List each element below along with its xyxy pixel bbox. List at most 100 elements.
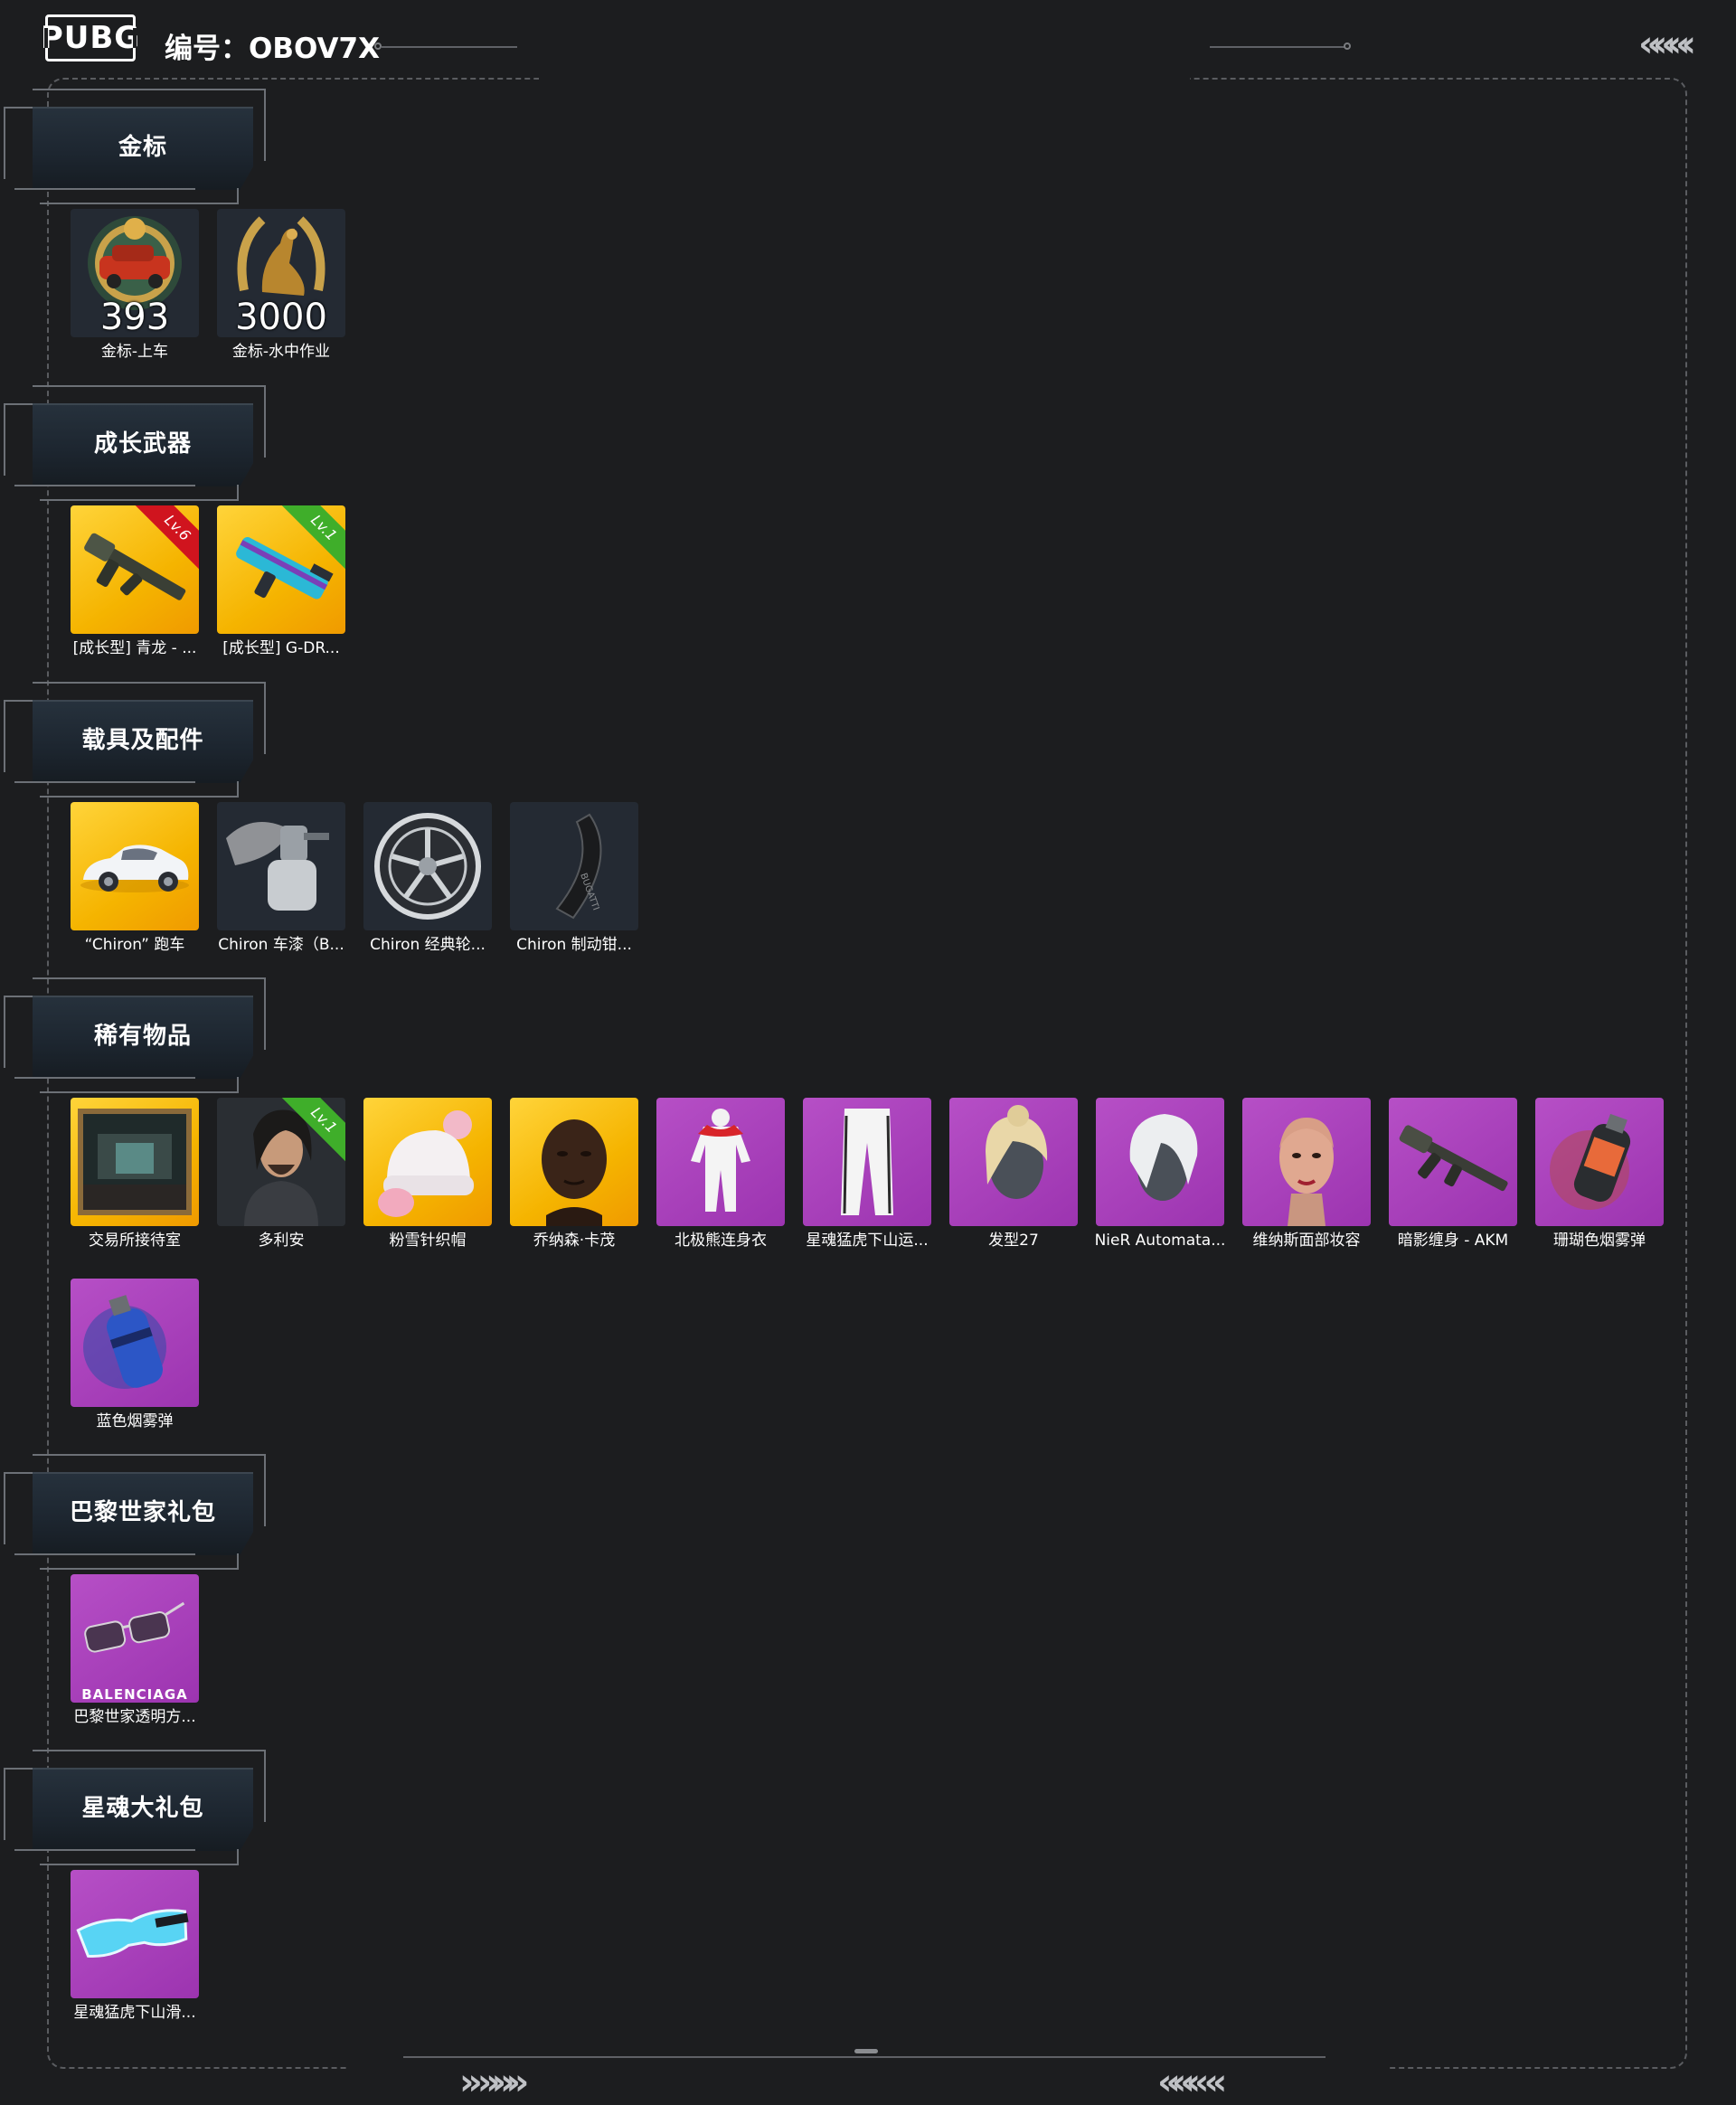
frame-bracket (237, 188, 239, 203)
item-tile[interactable] (803, 1098, 931, 1226)
item-tile[interactable] (949, 1098, 1078, 1226)
inventory-content: 金标 393 金标-上车 3000 金标-水中作业成长武器 Lv.6 [成长型] 青龙 - … (0, 0, 1736, 2105)
item-tile[interactable]: 393 (71, 209, 199, 337)
inventory-item[interactable]: 星魂猛虎下山运... (803, 1098, 931, 1250)
item-label: [成长型] G-DR... (222, 639, 340, 657)
white-hair-icon (1096, 1098, 1224, 1226)
frame-bracket (33, 977, 266, 979)
frame-bracket (14, 1849, 195, 1851)
item-label: 粉雪针织帽 (389, 1232, 467, 1250)
frame-bracket (237, 1849, 239, 1864)
item-label: NieR Automata... (1094, 1232, 1226, 1250)
frame-bracket (4, 1768, 33, 1770)
inventory-item[interactable]: 发型27 (949, 1098, 1078, 1250)
item-label: 暗影缠身 - AKM (1397, 1232, 1509, 1250)
frame-bracket (40, 499, 239, 501)
item-label: 星魂猛虎下山运... (806, 1232, 929, 1250)
item-tile[interactable]: Lv.1 (217, 505, 345, 634)
inventory-item[interactable]: 393 金标-上车 (71, 209, 199, 361)
item-tile[interactable] (71, 1279, 199, 1407)
section-title: 巴黎世家礼包 (69, 1499, 216, 1526)
frame-bracket (4, 1768, 5, 1840)
frame-bracket (33, 1454, 266, 1456)
frame-bracket (33, 89, 266, 90)
inventory-item[interactable]: 珊瑚色烟雾弹 (1535, 1098, 1664, 1250)
item-tile[interactable]: Lv.1 (217, 1098, 345, 1226)
room-picture-icon (71, 1098, 199, 1226)
item-tile[interactable] (71, 1098, 199, 1226)
coral-smoke-grenade-icon (1535, 1098, 1664, 1226)
jumpsuit-icon (656, 1098, 785, 1226)
section-header: 载具及配件 (4, 682, 266, 799)
inventory-item[interactable]: “Chiron” 跑车 (71, 802, 199, 954)
frame-bracket (40, 1091, 239, 1093)
inventory-item[interactable]: 3000 金标-水中作业 (217, 209, 345, 361)
item-tile[interactable] (363, 802, 492, 930)
item-tile[interactable]: BALENCIAGA (71, 1574, 199, 1703)
frame-bracket (40, 203, 239, 204)
inventory-item[interactable]: Chiron 车漆（B... (217, 802, 345, 954)
item-tile[interactable] (71, 1870, 199, 1998)
inventory-item[interactable]: 维纳斯面部妆容 (1242, 1098, 1371, 1250)
frame-bracket (14, 1553, 195, 1555)
item-tile[interactable] (510, 1098, 638, 1226)
item-tile[interactable] (217, 802, 345, 930)
inventory-item[interactable]: Lv.6 [成长型] 青龙 - ... (71, 505, 199, 657)
blue-smoke-grenade-icon (71, 1279, 199, 1407)
inventory-item[interactable]: 乔纳森·卡茂 (510, 1098, 638, 1250)
frame-bracket (237, 485, 239, 499)
section-header: 稀有物品 (4, 977, 266, 1095)
badge-count: 3000 (235, 297, 327, 337)
frame-bracket (264, 89, 266, 161)
item-label: 乔纳森·卡茂 (533, 1232, 616, 1250)
section-title: 成长武器 (93, 430, 192, 458)
inventory-item[interactable]: Lv.1 [成长型] G-DR... (217, 505, 345, 657)
frame-bracket (40, 1568, 239, 1570)
item-label: Chiron 制动钳... (516, 936, 632, 954)
item-tile[interactable] (1242, 1098, 1371, 1226)
frame-bracket (4, 107, 5, 179)
frame-bracket (4, 1472, 5, 1544)
item-tile[interactable]: 3000 (217, 209, 345, 337)
inventory-item[interactable]: Lv.1 多利安 (217, 1098, 345, 1250)
inventory-item[interactable]: 交易所接待室 (71, 1098, 199, 1250)
knit-hat-icon (363, 1098, 492, 1226)
frame-bracket (14, 188, 195, 190)
inventory-item[interactable]: BUGATTI Chiron 制动钳... (510, 802, 638, 954)
frame-bracket (264, 1750, 266, 1822)
item-tile[interactable]: BUGATTI (510, 802, 638, 930)
hairstyle-icon (949, 1098, 1078, 1226)
frame-bracket (264, 977, 266, 1050)
item-tile[interactable] (1389, 1098, 1517, 1226)
frame-bracket (4, 996, 5, 1068)
frame-bracket (264, 385, 266, 458)
inventory-item[interactable]: Chiron 经典轮... (363, 802, 492, 954)
item-tile[interactable] (1535, 1098, 1664, 1226)
frame-bracket (4, 996, 33, 997)
item-label: 珊瑚色烟雾弹 (1553, 1232, 1646, 1250)
inventory-item[interactable]: 北极熊连身衣 (656, 1098, 785, 1250)
item-tile[interactable]: Lv.6 (71, 505, 199, 634)
frame-bracket (33, 385, 266, 387)
brand-text: BALENCIAGA (81, 1686, 188, 1703)
inventory-item[interactable]: 蓝色烟雾弹 (71, 1279, 199, 1430)
frame-bracket (237, 781, 239, 796)
item-tile[interactable] (363, 1098, 492, 1226)
brake-caliper-icon: BUGATTI (510, 802, 638, 930)
item-tile[interactable] (1096, 1098, 1224, 1226)
inventory-item[interactable]: BALENCIAGA 巴黎世家透明方... (71, 1574, 199, 1726)
inventory-item[interactable]: 粉雪针织帽 (363, 1098, 492, 1250)
inventory-item[interactable]: 暗影缠身 - AKM (1389, 1098, 1517, 1250)
frame-bracket (4, 107, 33, 109)
frame-bracket (40, 796, 239, 798)
frame-bracket (14, 781, 195, 783)
section-title: 金标 (118, 134, 167, 161)
frame-bracket (33, 682, 266, 684)
item-tile[interactable] (656, 1098, 785, 1226)
section-header: 星魂大礼包 (4, 1750, 266, 1867)
item-tile[interactable] (71, 802, 199, 930)
item-label: “Chiron” 跑车 (84, 936, 185, 954)
inventory-item[interactable]: NieR Automata... (1095, 1098, 1225, 1250)
inventory-item[interactable]: 星魂猛虎下山滑... (71, 1870, 199, 2022)
item-label: 北极熊连身衣 (675, 1232, 767, 1250)
